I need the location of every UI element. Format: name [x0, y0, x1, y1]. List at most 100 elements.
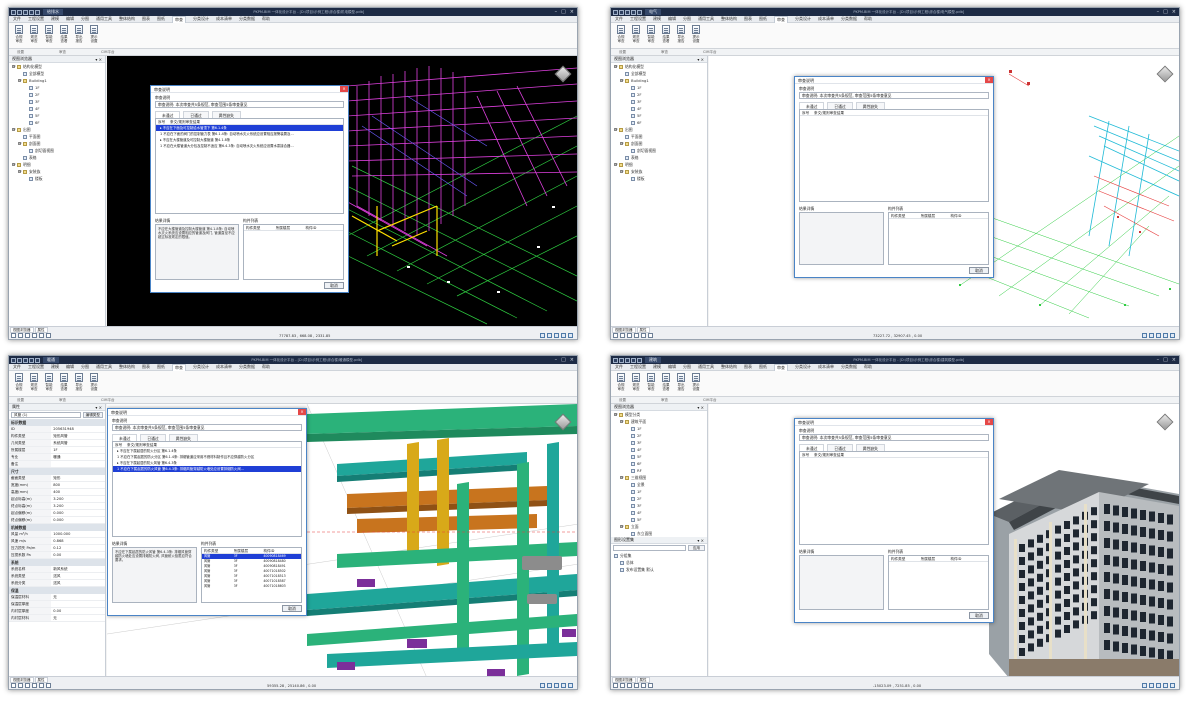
menu-item[interactable]: 图表	[744, 16, 752, 22]
menu-item[interactable]: 分图	[81, 16, 89, 22]
parts-table[interactable]: 构件类型 所属楼层 构件ID	[888, 555, 989, 610]
result-row[interactable]: 1 不应在大楼管道大分包及控制不适应 第6.4.3条: 自动喷水灭火系统应设置水…	[156, 143, 343, 149]
tree-node[interactable]: ⊟ 出图	[9, 126, 105, 133]
ribbon-button[interactable]: 合规 审查	[12, 25, 26, 43]
result-tab[interactable]: 已通过	[183, 111, 209, 118]
redo-icon[interactable]	[637, 9, 642, 15]
tree-node[interactable]: 全部模型	[611, 70, 707, 77]
result-tab[interactable]: 属性缺失	[211, 111, 241, 118]
menu-item[interactable]: 审查	[172, 15, 186, 23]
new-icon[interactable]	[613, 9, 618, 15]
minimize-icon[interactable]: –	[1157, 357, 1160, 363]
section-icon[interactable]	[39, 333, 44, 338]
ribbon-button[interactable]: 结果 查看	[659, 25, 673, 43]
property-section-header[interactable]: 标识数据	[9, 419, 105, 426]
list-item[interactable]: 分组集	[611, 552, 707, 559]
list-item[interactable]: 总体	[611, 559, 707, 566]
menu-item[interactable]: 分类数据	[841, 16, 857, 22]
expand-toggle-icon[interactable]: ⊟	[614, 65, 618, 68]
menu-item[interactable]: 分图	[683, 364, 691, 370]
ribbon-button[interactable]: 结果 查看	[57, 25, 71, 43]
ribbon-button[interactable]: 提示 设置	[87, 373, 101, 391]
tree-node[interactable]: 表格	[611, 154, 707, 161]
property-value[interactable]: 1F	[51, 447, 105, 453]
expand-toggle-icon[interactable]: ⊟	[614, 128, 618, 131]
document-tab[interactable]: 暖通	[43, 357, 59, 363]
menu-item[interactable]: 文件	[615, 16, 623, 22]
close-icon[interactable]: ×	[985, 419, 993, 425]
ribbon-button[interactable]: 规范 审查	[27, 373, 41, 391]
tree-node[interactable]: ⊟ 建筑平面	[611, 418, 707, 425]
new-icon[interactable]	[11, 9, 16, 15]
undo-icon[interactable]	[631, 357, 636, 363]
tree-node[interactable]: 5F	[9, 112, 105, 119]
maximize-icon[interactable]: □	[1163, 357, 1168, 363]
rule-description-field[interactable]: 审查说明: 本次审查共5条规范, 审查范围5条审查意见	[799, 92, 989, 99]
apply-button[interactable]: 应用	[687, 545, 705, 551]
result-tab[interactable]: 属性缺失	[855, 102, 885, 109]
menu-item[interactable]: 编辑	[66, 16, 74, 22]
result-tab[interactable]: 未通过	[799, 102, 825, 109]
zoom-icon[interactable]	[11, 683, 16, 688]
open-icon[interactable]	[619, 357, 624, 363]
property-value[interactable]: 1000.000	[51, 531, 105, 537]
tree-node[interactable]: ⊟ 安装族	[9, 168, 105, 175]
tree-node[interactable]: ⊟ 出图	[611, 126, 707, 133]
menu-item[interactable]: 成本清单	[216, 16, 232, 22]
minimize-icon[interactable]: –	[1157, 9, 1160, 15]
ribbon-button[interactable]: 导出 报告	[674, 25, 688, 43]
expand-toggle-icon[interactable]: ⊟	[18, 170, 22, 173]
menu-item[interactable]: 通用工具	[698, 364, 714, 370]
expand-toggle-icon[interactable]: ⊟	[614, 163, 618, 166]
tree-node[interactable]: 全景	[611, 481, 707, 488]
ribbon-button[interactable]: 规范 审查	[629, 25, 643, 43]
menu-item[interactable]: 建模	[653, 364, 661, 370]
menu-item[interactable]: 分图	[683, 16, 691, 22]
menu-item[interactable]: 审查	[774, 15, 788, 23]
expand-toggle-icon[interactable]: ⊟	[18, 79, 22, 82]
menu-item[interactable]: 帮助	[262, 16, 270, 22]
parts-table[interactable]: 构件类型 所属楼层 构件ID	[888, 212, 989, 265]
expand-toggle-icon[interactable]: ⊟	[620, 170, 624, 173]
close-icon[interactable]: ×	[340, 86, 348, 92]
save-icon[interactable]	[625, 357, 630, 363]
maximize-icon[interactable]: □	[1163, 9, 1168, 15]
cancel-button[interactable]: 取消	[969, 267, 989, 274]
settings-icon[interactable]	[1170, 333, 1175, 338]
tree-node[interactable]: 全部模型	[9, 70, 105, 77]
tree-node[interactable]: ⊟ Building1	[611, 77, 707, 84]
new-icon[interactable]	[613, 357, 618, 363]
ribbon-button[interactable]: 规范 审查	[629, 373, 643, 391]
ortho-icon[interactable]	[1149, 333, 1154, 338]
tree-node[interactable]: 3F	[611, 98, 707, 105]
menu-item[interactable]: 图纸	[759, 16, 767, 22]
tree-node[interactable]: 6F	[9, 119, 105, 126]
layer-icon[interactable]	[561, 683, 566, 688]
menu-item[interactable]: 图纸	[157, 364, 165, 370]
grid-icon[interactable]	[1156, 333, 1161, 338]
menu-item[interactable]: 整体结构	[119, 364, 135, 370]
menu-item[interactable]: 整体结构	[119, 16, 135, 22]
expand-toggle-icon[interactable]: ⊟	[18, 142, 22, 145]
result-list[interactable]: 序号 条文/规则审查结果 ▸ 不应在下面及可控制给水管顶下 第6.1.4条 1 不应在…	[155, 118, 344, 214]
property-value[interactable]: 0.00	[51, 608, 105, 614]
rule-description-field[interactable]: 审查说明: 本次审查共5条规范, 审查范围5条审查意见	[799, 434, 989, 441]
close-icon[interactable]: ×	[570, 357, 574, 363]
snap-icon[interactable]	[1142, 333, 1147, 338]
expand-toggle-icon[interactable]: ⊟	[620, 420, 624, 423]
zoom-icon[interactable]	[11, 333, 16, 338]
document-tab[interactable]: 给排水	[43, 9, 63, 15]
property-value[interactable]: 新风系统	[51, 566, 105, 572]
minimize-icon[interactable]: –	[555, 357, 558, 363]
measure-icon[interactable]	[46, 683, 51, 688]
menu-item[interactable]: 分类设计	[193, 364, 209, 370]
grid-icon[interactable]	[1156, 683, 1161, 688]
menu-item[interactable]: 编辑	[668, 16, 676, 22]
tree-node[interactable]: 平面图	[9, 133, 105, 140]
tree-node[interactable]: 4F	[611, 509, 707, 516]
undo-icon[interactable]	[631, 9, 636, 15]
result-list[interactable]: 序号 条文/规则审查结果	[799, 109, 989, 202]
zoom-icon[interactable]	[613, 333, 618, 338]
fit-icon[interactable]	[32, 683, 37, 688]
cancel-button[interactable]: 取消	[324, 282, 344, 289]
